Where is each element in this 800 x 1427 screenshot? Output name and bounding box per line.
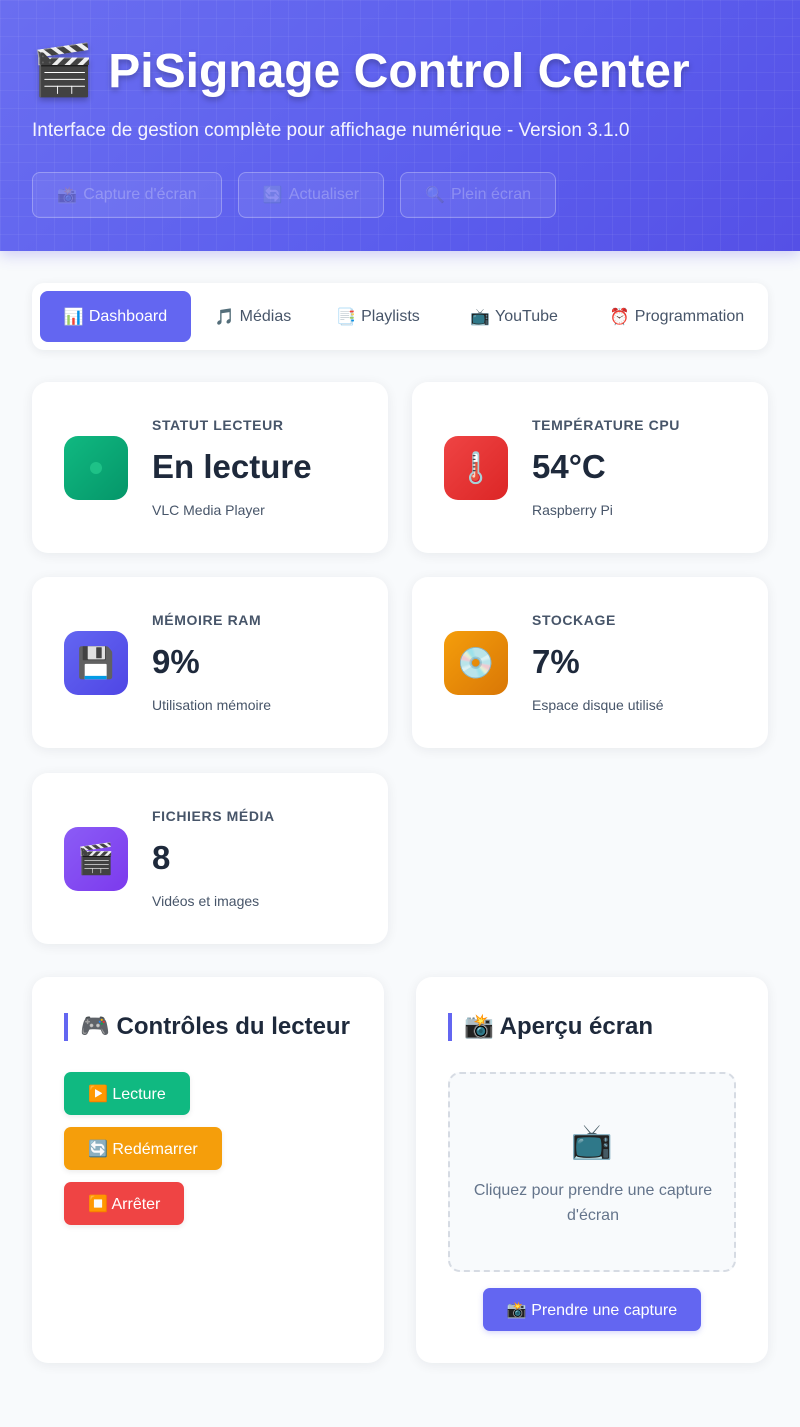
restart-button[interactable]: 🔄 Redémarrer: [64, 1127, 222, 1170]
stat-label: Fichiers Média: [152, 808, 275, 824]
stat-subtext: Raspberry Pi: [532, 502, 613, 518]
stat-card-ram: 💾 Mémoire RAM 9% Utilisation mémoire: [32, 577, 388, 748]
stat-card-media-files: 🎬 Fichiers Média 8 Vidéos et images: [32, 773, 388, 944]
app-header: 🎬 PiSignage Control Center Interface de g…: [0, 0, 800, 251]
stat-value: 9%: [152, 643, 200, 680]
stat-label: Température CPU: [532, 417, 680, 433]
bookmark-tabs-icon: 📑: [336, 308, 357, 326]
alarm-clock-icon: ⏰: [609, 308, 630, 326]
tv-icon: 📺: [470, 308, 491, 326]
tab-programmation[interactable]: ⏰ Programmation: [594, 291, 760, 342]
stat-label: Statut Lecteur: [152, 417, 284, 433]
screenshot-preview-area[interactable]: 📺 Cliquez pour prendre une capture d'écr…: [448, 1072, 736, 1272]
tab-bar: 📊 Dashboard 🎵 Médias 📑 Playlists 📺 YouTube ⏰…: [32, 283, 768, 350]
status-dot-icon: [64, 436, 128, 500]
stat-card-storage: 💿 Stockage 7% Espace disque utilisé: [412, 577, 768, 748]
floppy-disk-icon: 💾: [64, 631, 128, 695]
stat-subtext: Utilisation mémoire: [152, 697, 272, 713]
music-note-icon: 🎵: [214, 308, 235, 326]
screen-preview-panel: 📸 Aperçu écran 📺 Cliquez pour prendre un…: [416, 977, 768, 1363]
tab-label: Playlists: [361, 307, 420, 325]
screenshot-button[interactable]: 📸 Capture d'écran: [32, 172, 222, 218]
stat-value: 8: [152, 839, 171, 876]
tab-label: YouTube: [495, 307, 558, 325]
refresh-button[interactable]: 🔄 Actualiser: [238, 172, 384, 218]
status-dot: [90, 462, 102, 474]
preview-placeholder-text: Cliquez pour prendre une capture d'écran: [473, 1182, 713, 1224]
fullscreen-button-label: Plein écran: [450, 186, 531, 203]
tab-playlists[interactable]: 📑 Playlists: [322, 291, 434, 342]
tab-medias[interactable]: 🎵 Médias: [200, 291, 306, 342]
stat-label: Stockage: [532, 612, 616, 628]
tab-youtube[interactable]: 📺 YouTube: [454, 291, 574, 342]
tab-label: Dashboard: [88, 307, 168, 325]
refresh-icon: 🔄: [262, 187, 283, 204]
camera-icon: 📸: [57, 187, 78, 204]
refresh-button-label: Actualiser: [288, 186, 360, 203]
stat-card-cpu-temperature: 🌡️ Température CPU 54°C Raspberry Pi: [412, 382, 768, 553]
tab-label: Programmation: [634, 307, 745, 325]
chart-icon: 📊: [63, 308, 84, 326]
tab-label: Médias: [239, 307, 292, 325]
play-button[interactable]: ▶️ Lecture: [64, 1072, 190, 1115]
stat-value: 54°C: [532, 448, 606, 485]
screenshot-button-label: Capture d'écran: [83, 186, 197, 203]
stat-label: Mémoire RAM: [152, 612, 262, 628]
clapperboard-icon: 🎬: [64, 827, 128, 891]
page-subtitle: Interface de gestion complète pour affic…: [32, 120, 630, 141]
stop-button[interactable]: ⏹️ Arrêter: [64, 1182, 185, 1225]
screen-preview-title: 📸 Aperçu écran: [448, 1013, 653, 1041]
stat-card-player-status: Statut Lecteur En lecture VLC Media Play…: [32, 382, 388, 553]
clapperboard-icon: 🎬: [32, 41, 95, 99]
take-capture-button[interactable]: 📸 Prendre une capture: [483, 1288, 701, 1331]
stat-value: 7%: [532, 643, 580, 680]
stat-value: En lecture: [152, 448, 312, 485]
page-title-text: PiSignage Control Center: [108, 45, 690, 98]
tab-dashboard[interactable]: 📊 Dashboard: [40, 291, 191, 342]
player-controls-title: 🎮 Contrôles du lecteur: [64, 1013, 350, 1041]
thermometer-icon: 🌡️: [444, 436, 508, 500]
tv-icon: 📺: [570, 1123, 614, 1161]
fullscreen-button[interactable]: 🔍 Plein écran: [400, 172, 556, 218]
page-title: 🎬 PiSignage Control Center: [32, 40, 690, 102]
stat-subtext: Espace disque utilisé: [532, 697, 664, 713]
player-controls-panel: 🎮 Contrôles du lecteur ▶️ Lecture 🔄 Redé…: [32, 977, 384, 1363]
magnifier-icon: 🔍: [425, 187, 445, 204]
stat-subtext: VLC Media Player: [152, 502, 265, 518]
stat-subtext: Vidéos et images: [152, 893, 260, 909]
disc-icon: 💿: [444, 631, 508, 695]
